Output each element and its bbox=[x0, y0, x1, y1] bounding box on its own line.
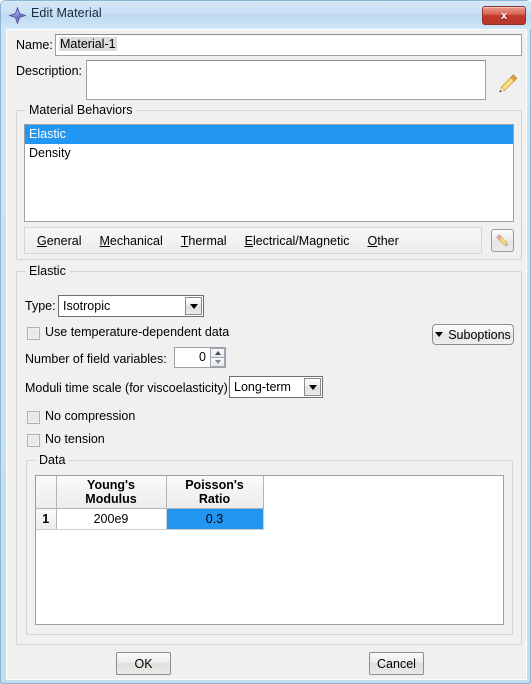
material-behaviors-title: Material Behaviors bbox=[25, 103, 137, 117]
row-index-1: 1 bbox=[36, 508, 57, 530]
close-button[interactable]: x bbox=[482, 6, 526, 25]
title-bar: Edit Material x bbox=[1, 1, 531, 29]
description-pencil-icon[interactable] bbox=[493, 70, 521, 101]
no-compression-checkbox[interactable] bbox=[27, 411, 40, 424]
cell-youngs-modulus-1[interactable]: 200e9 bbox=[56, 508, 167, 530]
cell-poissons-ratio-1[interactable]: 0.3 bbox=[166, 508, 264, 530]
menu-electrical-magnetic-rest: lectrical/Magnetic bbox=[252, 233, 350, 248]
menu-general-mnemonic: G bbox=[37, 233, 47, 248]
table-header-row: Young's Modulus Poisson's Ratio bbox=[36, 476, 503, 509]
table-corner-header bbox=[36, 476, 57, 509]
column-header-filler bbox=[263, 476, 503, 509]
no-tension-checkbox[interactable] bbox=[27, 434, 40, 447]
chevron-down-icon bbox=[435, 332, 444, 337]
description-input[interactable] bbox=[86, 60, 486, 100]
no-compression-label: No compression bbox=[45, 409, 136, 423]
menu-general-rest: eneral bbox=[46, 233, 82, 248]
ok-button-label: OK bbox=[134, 656, 153, 671]
name-input[interactable]: Material-1 bbox=[55, 34, 522, 56]
type-dropdown[interactable]: Isotropic bbox=[58, 295, 204, 317]
moduli-time-scale-value: Long-term bbox=[234, 380, 291, 394]
data-group-title: Data bbox=[35, 453, 70, 467]
menu-general[interactable]: General bbox=[31, 232, 87, 250]
cancel-button[interactable]: Cancel bbox=[369, 652, 424, 675]
table-row[interactable]: 1 200e9 0.3 bbox=[36, 508, 503, 530]
edit-material-dialog: Edit Material x Name: Material-1 Descrip… bbox=[0, 0, 531, 684]
elastic-group-title: Elastic bbox=[25, 264, 70, 278]
behavior-menu-bar: General Mechanical Thermal Electrical/Ma… bbox=[24, 227, 482, 254]
poissons-ratio-line2: Ratio bbox=[198, 492, 231, 506]
suboptions-label: Suboptions bbox=[448, 327, 511, 342]
stepper-up-icon[interactable] bbox=[210, 348, 225, 357]
menu-thermal[interactable]: Thermal bbox=[175, 232, 233, 250]
data-table[interactable]: Young's Modulus Poisson's Ratio 1 200e9 bbox=[35, 475, 504, 625]
cancel-button-label: Cancel bbox=[377, 656, 416, 671]
menu-electrical-magnetic-mnemonic: E bbox=[244, 233, 253, 248]
moduli-time-scale-dropdown[interactable]: Long-term bbox=[229, 376, 323, 398]
menu-thermal-rest: hermal bbox=[188, 233, 227, 248]
cell-filler-1 bbox=[263, 509, 503, 530]
number-of-field-variables-value: 0 bbox=[199, 350, 206, 364]
poissons-ratio-line1: Poisson's bbox=[185, 478, 244, 492]
suboptions-button[interactable]: Suboptions bbox=[432, 324, 514, 345]
use-temperature-dependent-data-label: Use temperature-dependent data bbox=[45, 325, 230, 339]
description-label: Description: bbox=[16, 64, 82, 78]
menu-mechanical[interactable]: Mechanical bbox=[93, 232, 168, 250]
window-title: Edit Material bbox=[31, 6, 102, 20]
column-header-poissons-ratio[interactable]: Poisson's Ratio bbox=[166, 476, 264, 509]
list-item-elastic[interactable]: Elastic bbox=[25, 125, 513, 144]
no-tension-label: No tension bbox=[45, 432, 105, 446]
use-temperature-dependent-data-checkbox[interactable] bbox=[27, 327, 40, 340]
youngs-modulus-line2: Modulus bbox=[85, 492, 137, 506]
number-of-field-variables-stepper[interactable]: 0 bbox=[174, 347, 226, 368]
close-icon: x bbox=[500, 9, 508, 22]
stepper-down-icon[interactable] bbox=[210, 357, 225, 367]
number-of-field-variables-label: Number of field variables: bbox=[25, 352, 167, 366]
youngs-modulus-line1: Young's bbox=[87, 478, 135, 492]
menu-mechanical-mnemonic: M bbox=[99, 233, 110, 248]
ok-button[interactable]: OK bbox=[116, 652, 171, 675]
menu-other-mnemonic: O bbox=[367, 233, 378, 248]
menu-mechanical-rest: echanical bbox=[109, 233, 163, 248]
name-input-value: Material-1 bbox=[59, 37, 117, 51]
menu-other[interactable]: Other bbox=[362, 232, 405, 250]
type-label: Type: bbox=[25, 299, 56, 313]
pencil-eraser-icon bbox=[494, 232, 511, 252]
menu-other-rest: ther bbox=[377, 233, 399, 248]
type-dropdown-value: Isotropic bbox=[63, 299, 111, 313]
chevron-down-icon[interactable] bbox=[304, 378, 321, 396]
material-behaviors-listbox[interactable]: Elastic Density bbox=[24, 124, 514, 222]
menu-electrical-magnetic[interactable]: Electrical/Magnetic bbox=[239, 232, 356, 250]
name-label: Name: bbox=[16, 38, 53, 52]
stepper-buttons bbox=[210, 348, 225, 367]
chevron-down-icon[interactable] bbox=[185, 297, 202, 315]
moduli-time-scale-label: Moduli time scale (for viscoelasticity): bbox=[25, 381, 232, 395]
column-header-youngs-modulus[interactable]: Young's Modulus bbox=[56, 476, 167, 509]
list-item-density[interactable]: Density bbox=[25, 144, 513, 163]
abaqus-diamond-icon bbox=[8, 6, 27, 25]
dialog-client-area: Name: Material-1 Description: Material B… bbox=[6, 29, 527, 680]
delete-behavior-button[interactable] bbox=[491, 229, 514, 252]
